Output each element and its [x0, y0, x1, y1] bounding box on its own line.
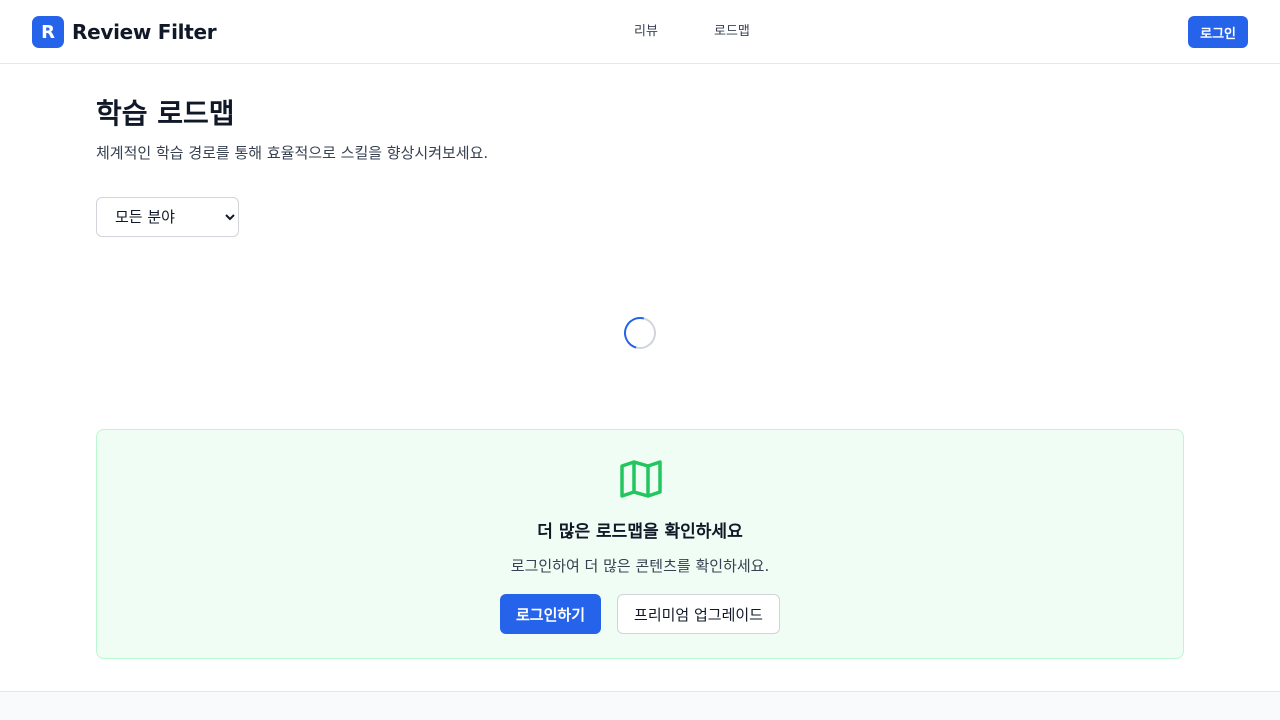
cta-description: 로그인하여 더 많은 콘텐츠를 확인하세요.	[510, 557, 770, 575]
footer	[0, 691, 1280, 720]
cta-title: 더 많은 로드맵을 확인하세요	[537, 522, 743, 542]
login-cta-card: 더 많은 로드맵을 확인하세요 로그인하여 더 많은 콘텐츠를 확인하세요. 로…	[96, 429, 1184, 659]
main-nav: 리뷰 로드맵	[0, 22, 1280, 42]
premium-upgrade-button[interactable]: 프리미엄 업그레이드	[617, 594, 780, 634]
page-title: 학습 로드맵	[96, 97, 235, 130]
login-button[interactable]: 로그인	[1188, 16, 1248, 48]
top-header: R Review Filter 리뷰 로드맵 로그인	[0, 0, 1280, 64]
loading-spinner	[618, 311, 662, 355]
category-filter-select[interactable]: 모든 분야	[96, 197, 239, 237]
nav-link-reviews[interactable]: 리뷰	[634, 22, 658, 42]
nav-link-roadmap[interactable]: 로드맵	[714, 22, 750, 42]
page-subtitle: 체계적인 학습 경로를 통해 효율적으로 스킬을 향상시켜보세요.	[96, 144, 489, 162]
login-now-button[interactable]: 로그인하기	[500, 594, 602, 634]
map-icon	[620, 460, 662, 498]
cta-button-group: 로그인하기 프리미엄 업그레이드	[97, 594, 1183, 634]
